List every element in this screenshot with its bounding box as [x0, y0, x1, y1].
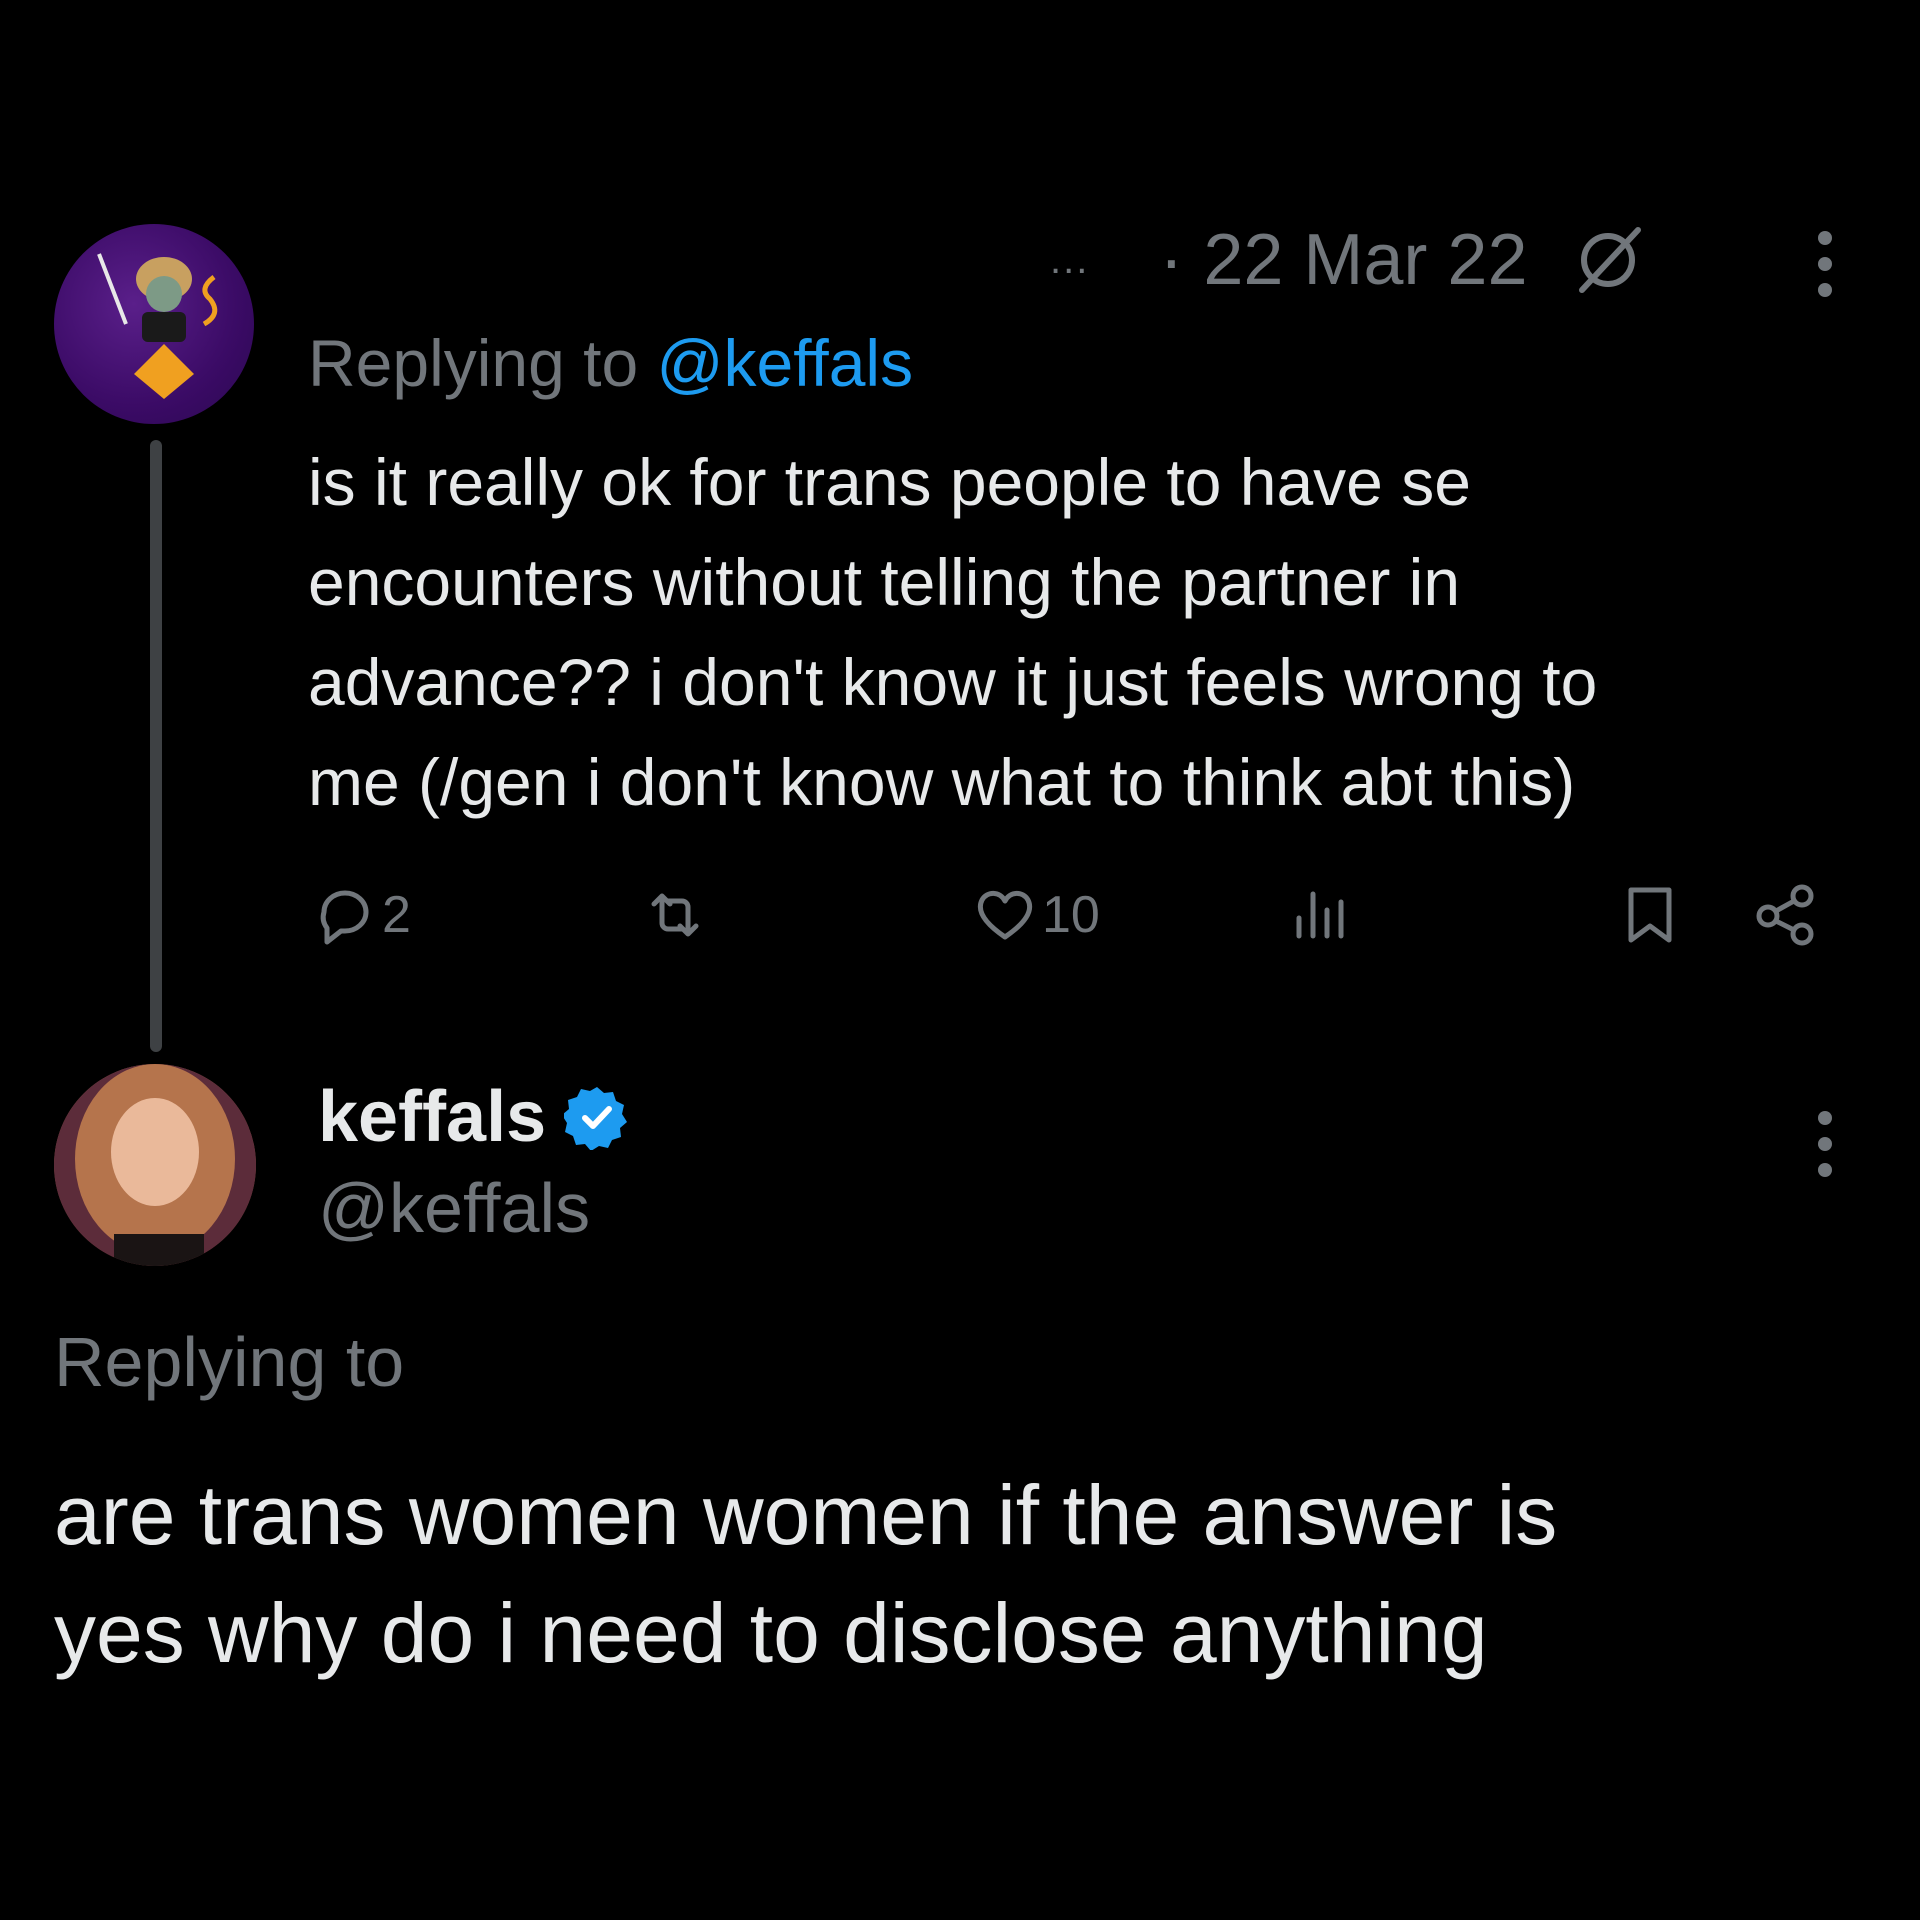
replying-to-label: Replying to	[54, 1323, 405, 1401]
avatar-illustration-icon	[97, 253, 218, 399]
redaction-scribble	[1600, 435, 1860, 530]
tweet-text-line: yes why do i need to disclose anything	[54, 1586, 1488, 1680]
bookmark-icon	[1628, 887, 1672, 943]
retweet-button[interactable]	[640, 875, 710, 955]
like-count: 10	[1042, 886, 1100, 944]
tweet-text: are trans women women if the answer is y…	[54, 1456, 1854, 1692]
tweet-text-line: me (/gen i don't know what to think abt …	[308, 745, 1576, 819]
tweet-text-line: advance?? i don't know it just feels wro…	[308, 645, 1598, 719]
verified-badge-icon	[564, 1087, 628, 1150]
replying-to: Replying to @keffals	[308, 325, 913, 401]
avatar-keffals[interactable]	[54, 1064, 256, 1266]
truncated-name: ...	[1050, 237, 1090, 282]
like-button[interactable]: 10	[970, 875, 1100, 955]
reply-count: 2	[382, 886, 411, 944]
tweet-meta: ... · 22 Mar 22	[1050, 220, 1648, 300]
avatar-replier[interactable]	[54, 224, 254, 424]
views-icon	[1296, 891, 1344, 939]
more-options-icon[interactable]	[1808, 228, 1842, 300]
like-icon	[977, 890, 1033, 940]
share-button[interactable]	[1750, 875, 1820, 955]
bookmark-button[interactable]	[1615, 875, 1685, 955]
share-icon	[1756, 884, 1814, 946]
tweet-date[interactable]: · 22 Mar 22	[1159, 219, 1527, 301]
author-handle[interactable]: @keffals	[318, 1168, 590, 1248]
replying-to-mention[interactable]: @keffals	[657, 326, 914, 400]
edited-icon	[1578, 227, 1641, 293]
reply-icon	[320, 890, 369, 945]
display-name[interactable]: keffals	[318, 1076, 546, 1158]
reply-button[interactable]: 2	[310, 875, 411, 955]
thread-line	[150, 440, 162, 1052]
avatar-photo-icon	[54, 1064, 256, 1266]
author-name-row[interactable]: keffals	[318, 1072, 630, 1162]
retweet-icon	[651, 893, 699, 937]
views-button[interactable]	[1285, 875, 1355, 955]
more-options-icon[interactable]	[1808, 1108, 1842, 1180]
tweet-text-line: encounters without telling the partner i…	[308, 545, 1461, 619]
replying-to-label: Replying to	[308, 326, 657, 400]
tweet-text-line: are trans women women if the answer is	[54, 1468, 1558, 1562]
